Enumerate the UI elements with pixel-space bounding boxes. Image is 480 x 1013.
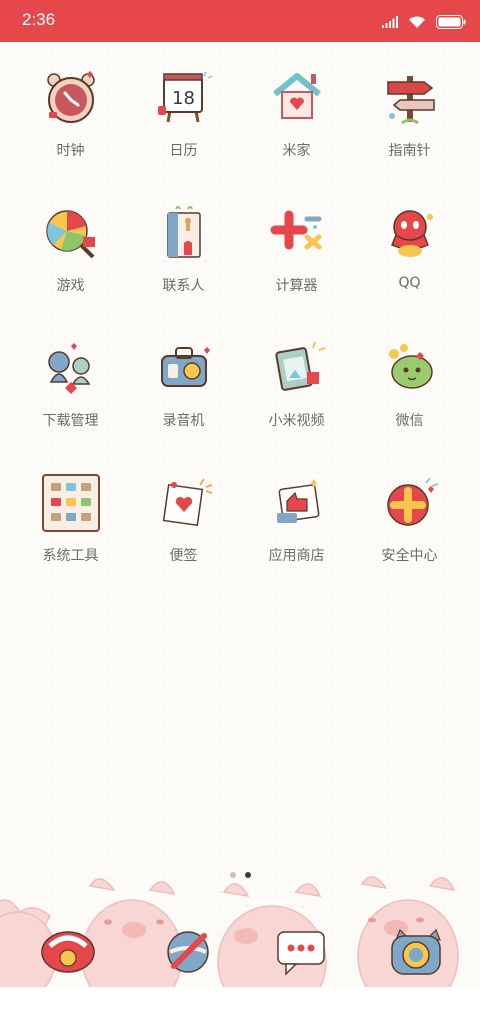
app-label: 游戏 [56,278,85,294]
app-label: 应用商店 [268,548,325,564]
app-wechat[interactable]: 微信 [353,336,466,471]
app-calculator[interactable]: 计算器 [240,201,353,336]
app-games[interactable]: 游戏 [14,201,127,336]
recorder-icon [152,336,216,400]
dock [0,876,480,1013]
dock-bottom-strip [0,987,480,1013]
app-downloads[interactable]: 下载管理 [14,336,127,471]
status-bar: 2:36 [0,0,480,42]
status-icons [382,12,466,32]
app-label: 录音机 [162,413,205,429]
mijia-house-icon [265,66,329,130]
calendar-day: 18 [172,88,195,109]
status-time: 2:36 [22,10,56,29]
app-label: QQ [398,275,421,291]
app-store[interactable]: 应用商店 [240,471,353,606]
lollipop-games-icon [39,201,103,265]
wechat-icon [378,336,442,400]
signal-icon [382,16,398,28]
wifi-icon [409,16,425,28]
app-label: 日历 [169,143,198,159]
app-label: 指南针 [388,143,431,159]
messages-icon [277,931,325,976]
app-contacts[interactable]: 联系人 [127,201,240,336]
app-store-icon [265,471,329,535]
app-system-tools[interactable]: 系统工具 [14,471,127,606]
app-qq[interactable]: QQ [353,201,466,336]
app-video[interactable]: 小米视频 [240,336,353,471]
download-manager-icon [39,336,103,400]
dock-messages-app[interactable] [272,922,334,984]
security-center-icon [378,471,442,535]
app-label: 微信 [395,413,424,429]
camera-icon [391,928,441,975]
phone-icon [41,931,95,973]
app-notes[interactable]: 便签 [127,471,240,606]
app-compass[interactable]: 指南针 [353,66,466,201]
calendar-icon: 18 [152,66,216,130]
app-clock[interactable]: 时钟 [14,66,127,201]
video-icon [265,336,329,400]
app-calendar[interactable]: 18 日历 [127,66,240,201]
app-label: 系统工具 [42,548,99,564]
dock-phone-app[interactable] [38,922,100,984]
system-tools-folder-icon [39,471,103,535]
app-label: 计算器 [275,278,318,294]
qq-penguin-icon [378,201,442,265]
app-recorder[interactable]: 录音机 [127,336,240,471]
app-label: 时钟 [56,143,85,159]
app-grid: 时钟 18 日历 米家 指南针 游戏 联系人 计算器 QQ 下载管理 录音机 小… [14,66,466,606]
dock-camera-app[interactable] [386,922,448,984]
app-label: 米家 [282,143,311,159]
notes-icon [152,471,216,535]
contacts-book-icon [152,201,216,265]
signpost-compass-icon [378,66,442,130]
app-label: 下载管理 [42,413,99,429]
app-label: 便签 [169,548,198,564]
calculator-icon [265,201,329,265]
app-label: 小米视频 [268,413,325,429]
dock-browser-app[interactable] [160,922,222,984]
app-mijia[interactable]: 米家 [240,66,353,201]
clock-icon [39,66,103,130]
app-label: 联系人 [162,278,205,294]
app-security[interactable]: 安全中心 [353,471,466,606]
battery-icon [436,15,466,29]
app-label: 安全中心 [381,548,438,564]
browser-icon [167,931,209,973]
